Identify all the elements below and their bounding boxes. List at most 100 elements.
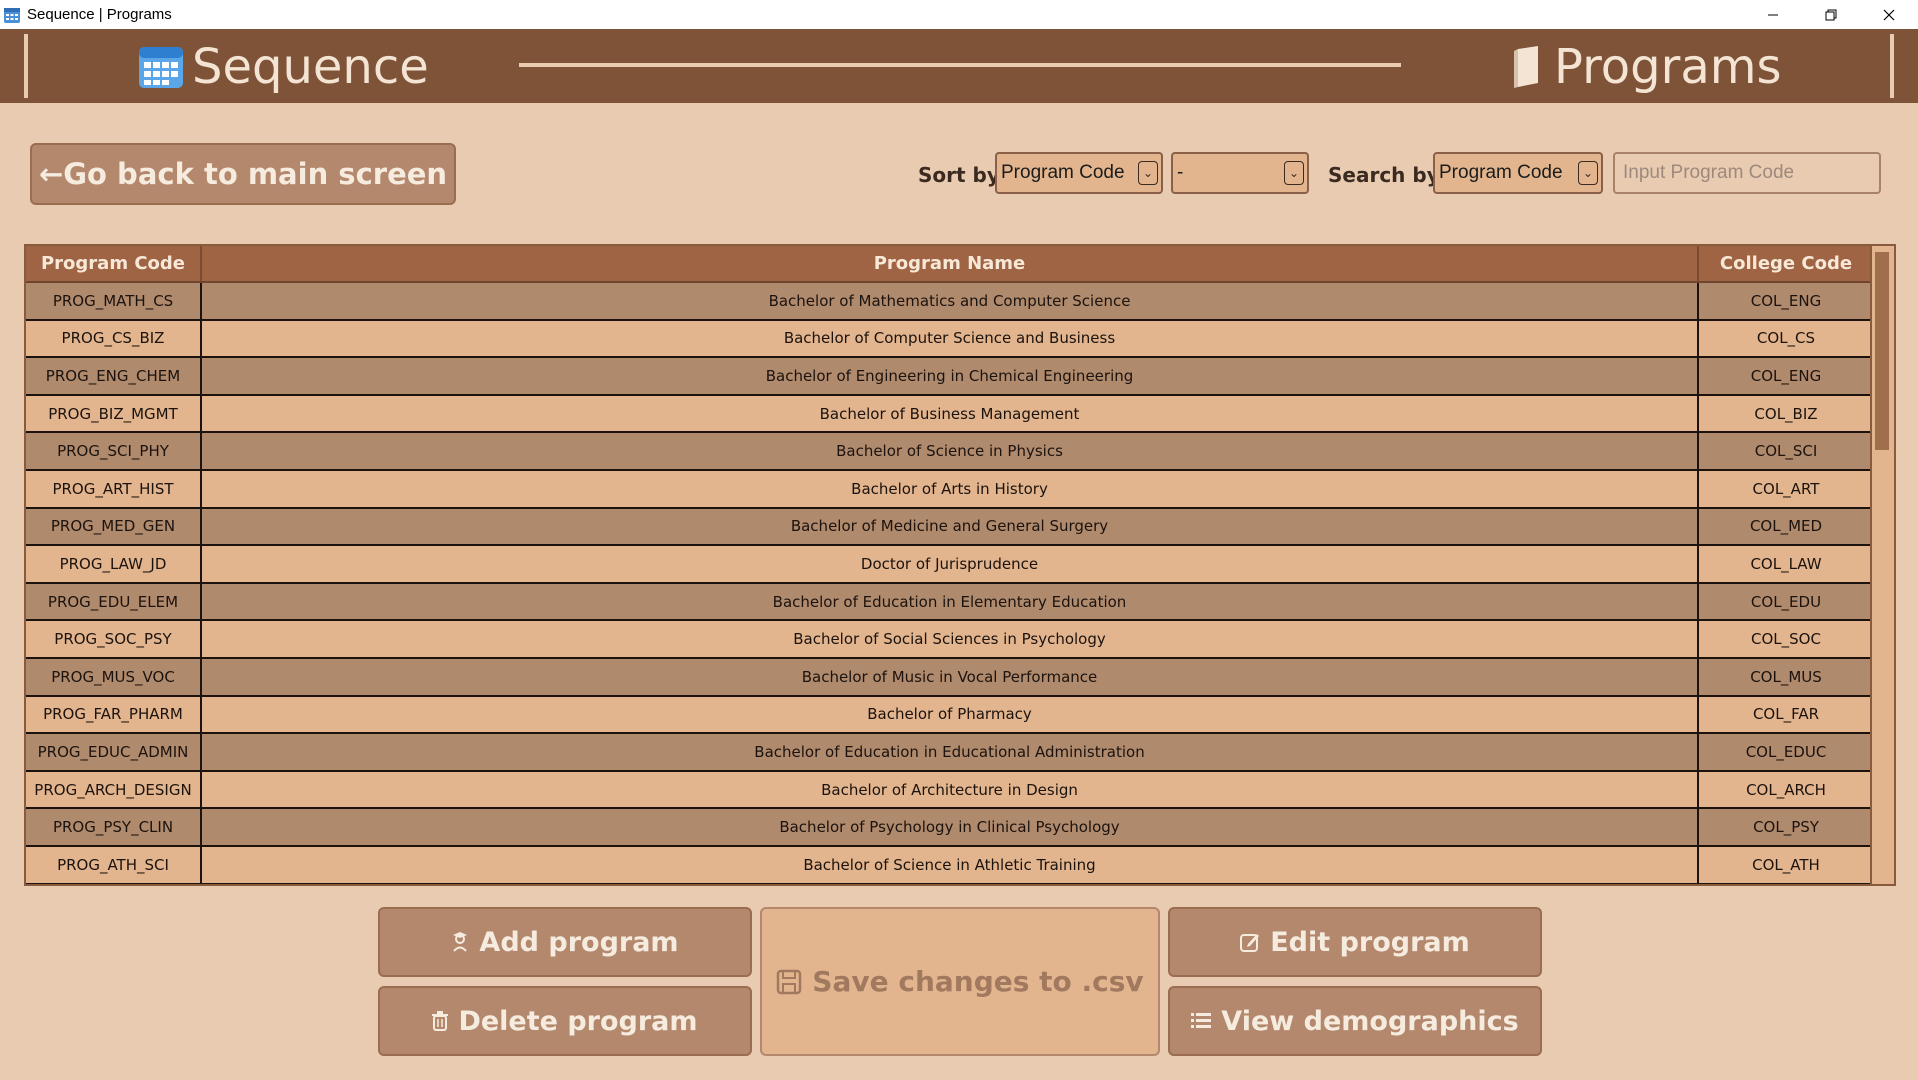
cell-college-code[interactable]: COL_CS [1698,319,1875,359]
header-divider-left [24,34,28,98]
cell-program-code[interactable]: PROG_EDUC_ADMIN [26,733,202,772]
edit-icon [1240,932,1260,952]
cell-program-code[interactable]: PROG_BIZ_MGMT [26,394,202,434]
save-changes-button[interactable]: Save changes to .csv [760,907,1160,1056]
cell-program-code[interactable]: PROG_ART_HIST [26,469,202,509]
window-controls [1744,0,1918,29]
table-row[interactable]: PROG_ATH_SCI Bachelor of Science in Athle… [26,845,1875,884]
cell-college-code[interactable]: COL_ARCH [1698,770,1875,810]
cell-college-code[interactable]: COL_EDU [1698,582,1875,622]
table-row[interactable]: PROG_FAR_PHARM Bachelor of Pharmacy COL_FA… [26,695,1875,735]
cell-program-code[interactable]: PROG_LAW_JD [26,545,202,584]
cell-college-code[interactable]: COL_SOC [1698,620,1875,659]
table-row[interactable]: PROG_MED_GEN Bachelor of Medicine and Gen… [26,507,1875,547]
header-divider-right [1890,34,1894,98]
cell-program-code[interactable]: PROG_MED_GEN [26,507,202,547]
cell-program-code[interactable]: PROG_MUS_VOC [26,657,202,697]
header-rule [519,63,1401,67]
add-program-label: Add program [479,926,679,958]
cell-program-code[interactable]: PROG_CS_BIZ [26,319,202,359]
delete-program-label: Delete program [458,1005,698,1037]
cell-program-code[interactable]: PROG_PSY_CLIN [26,808,202,847]
search-field-value: Program Code [1439,162,1563,183]
cell-program-name[interactable]: Doctor of Jurisprudence [201,545,1699,584]
sort-field-select[interactable]: Program Code ⌄ [995,152,1163,194]
table-body: PROG_MATH_CS Bachelor of Mathematics and … [26,282,1875,884]
cell-college-code[interactable]: COL_PSY [1698,808,1875,847]
column-header-program-code[interactable]: Program Code [26,246,202,283]
cell-program-code[interactable]: PROG_ARCH_DESIGN [26,770,202,810]
cell-program-name[interactable]: Bachelor of Education in Elementary Educ… [201,582,1699,622]
edit-program-button[interactable]: Edit program [1168,907,1542,977]
table-row[interactable]: PROG_PSY_CLIN Bachelor of Psychology in C… [26,808,1875,847]
app-icon [4,7,20,23]
view-demographics-label: View demographics [1221,1005,1519,1037]
cell-program-name[interactable]: Bachelor of Business Management [201,394,1699,434]
window-title: Sequence | Programs [27,6,172,23]
sort-order-select[interactable]: - ⌄ [1171,152,1309,194]
trash-icon [432,1011,449,1031]
view-demographics-button[interactable]: View demographics [1168,986,1542,1056]
scrollbar-thumb[interactable] [1875,252,1889,450]
table-row[interactable]: PROG_MATH_CS Bachelor of Mathematics and … [26,282,1875,321]
search-field-select[interactable]: Program Code ⌄ [1433,152,1603,194]
cell-program-name[interactable]: Bachelor of Pharmacy [201,695,1699,735]
table-row[interactable]: PROG_SOC_PSY Bachelor of Social Sciences … [26,620,1875,659]
add-program-button[interactable]: Add program [378,907,752,977]
cell-program-name[interactable]: Bachelor of Social Sciences in Psycholog… [201,620,1699,659]
search-input[interactable] [1613,152,1881,194]
column-header-college-code[interactable]: College Code [1698,246,1875,283]
table-row[interactable]: PROG_EDU_ELEM Bachelor of Education in El… [26,582,1875,622]
restore-button[interactable] [1802,0,1860,29]
restore-icon [1825,9,1837,20]
cell-program-code[interactable]: PROG_ENG_CHEM [26,357,202,396]
minimize-button[interactable] [1744,0,1802,29]
cell-program-name[interactable]: Bachelor of Science in Athletic Training [201,845,1699,884]
cell-program-code[interactable]: PROG_SCI_PHY [26,432,202,471]
cell-college-code[interactable]: COL_FAR [1698,695,1875,735]
cell-college-code[interactable]: COL_ATH [1698,845,1875,884]
close-button[interactable] [1860,0,1918,29]
cell-college-code[interactable]: COL_ART [1698,469,1875,509]
table-row[interactable]: PROG_ART_HIST Bachelor of Arts in History… [26,469,1875,509]
column-header-program-name[interactable]: Program Name [201,246,1699,283]
go-back-button[interactable]: ←Go back to main screen [30,143,456,205]
cell-program-code[interactable]: PROG_FAR_PHARM [26,695,202,735]
table-row[interactable]: PROG_MUS_VOC Bachelor of Music in Vocal P… [26,657,1875,697]
cell-college-code[interactable]: COL_ENG [1698,282,1875,321]
cell-program-name[interactable]: Bachelor of Arts in History [201,469,1699,509]
cell-program-code[interactable]: PROG_MATH_CS [26,282,202,321]
delete-program-button[interactable]: Delete program [378,986,752,1056]
table-scrollbar[interactable] [1870,246,1894,884]
cell-program-name[interactable]: Bachelor of Mathematics and Computer Sci… [201,282,1699,321]
cell-program-name[interactable]: Bachelor of Architecture in Design [201,770,1699,810]
save-icon [776,969,802,995]
chevron-down-icon: ⌄ [1138,161,1158,185]
cell-program-name[interactable]: Bachelor of Music in Vocal Performance [201,657,1699,697]
table-row[interactable]: PROG_ENG_CHEM Bachelor of Engineering in … [26,357,1875,396]
table-row[interactable]: PROG_ARCH_DESIGN Bachelor of Architecture… [26,770,1875,810]
cell-program-code[interactable]: PROG_ATH_SCI [26,845,202,884]
table-row[interactable]: PROG_EDUC_ADMIN Bachelor of Education in … [26,733,1875,772]
edit-program-label: Edit program [1270,926,1470,958]
cell-college-code[interactable]: COL_LAW [1698,545,1875,584]
window-titlebar: Sequence | Programs [0,0,1918,29]
cell-program-name[interactable]: Bachelor of Psychology in Clinical Psych… [201,808,1699,847]
cell-college-code[interactable]: COL_BIZ [1698,394,1875,434]
cell-program-name[interactable]: Bachelor of Engineering in Chemical Engi… [201,357,1699,396]
cell-program-code[interactable]: PROG_EDU_ELEM [26,582,202,622]
cell-college-code[interactable]: COL_ENG [1698,357,1875,396]
cell-college-code[interactable]: COL_EDUC [1698,733,1875,772]
cell-college-code[interactable]: COL_MED [1698,507,1875,547]
cell-college-code[interactable]: COL_MUS [1698,657,1875,697]
cell-program-code[interactable]: PROG_SOC_PSY [26,620,202,659]
cell-program-name[interactable]: Bachelor of Education in Educational Adm… [201,733,1699,772]
table-row[interactable]: PROG_BIZ_MGMT Bachelor of Business Manage… [26,394,1875,434]
cell-program-name[interactable]: Bachelor of Medicine and General Surgery [201,507,1699,547]
table-row[interactable]: PROG_LAW_JD Doctor of Jurisprudence COL_LA… [26,545,1875,584]
cell-program-name[interactable]: Bachelor of Computer Science and Busines… [201,319,1699,359]
cell-program-name[interactable]: Bachelor of Science in Physics [201,432,1699,471]
table-row[interactable]: PROG_CS_BIZ Bachelor of Computer Science … [26,319,1875,359]
table-row[interactable]: PROG_SCI_PHY Bachelor of Science in Physi… [26,432,1875,471]
cell-college-code[interactable]: COL_SCI [1698,432,1875,471]
